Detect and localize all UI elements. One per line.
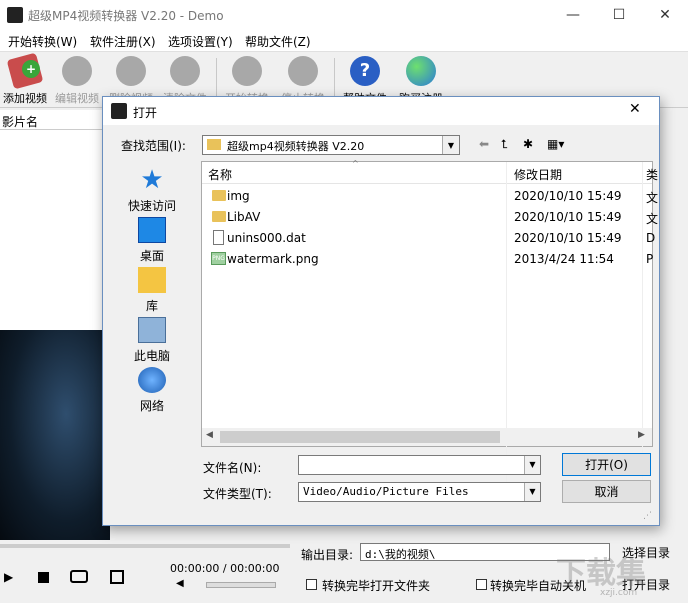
- plus-icon: +: [22, 60, 40, 78]
- open-button[interactable]: 打开(O): [562, 453, 651, 476]
- column-name[interactable]: 名称: [208, 166, 232, 183]
- lookin-label: 查找范围(I):: [121, 139, 186, 153]
- library-icon: [138, 267, 166, 293]
- app-logo-icon: [111, 103, 127, 119]
- dialog-close-icon[interactable]: ✕: [629, 101, 641, 117]
- sort-indicator-icon: ^: [352, 159, 359, 168]
- globe-icon: [406, 56, 436, 86]
- minimize-button[interactable]: —: [550, 0, 596, 30]
- computer-icon: [138, 317, 166, 343]
- no-entry-icon: [170, 56, 200, 86]
- desktop-icon: [138, 217, 166, 243]
- up-folder-icon[interactable]: ⮤: [501, 137, 508, 152]
- cancel-button[interactable]: 取消: [562, 480, 651, 503]
- open-folder-checkbox[interactable]: [306, 579, 317, 590]
- time-display: 00:00:00 / 00:00:00: [170, 562, 280, 575]
- scroll-left-icon[interactable]: ◀: [206, 430, 213, 440]
- seek-bar[interactable]: [0, 544, 290, 548]
- folder-icon: [207, 139, 221, 150]
- network-icon: [138, 367, 166, 393]
- close-button[interactable]: ✕: [642, 0, 688, 30]
- watermark-url: xzji.com: [600, 588, 638, 598]
- column-extra[interactable]: 类: [646, 166, 658, 183]
- dialog-title: 打开: [133, 106, 158, 120]
- edit-video-icon: [62, 56, 92, 86]
- list-header-name[interactable]: 影片名: [0, 110, 110, 130]
- file-row[interactable]: unins000.dat 2020/10/10 15:49 D: [202, 228, 655, 249]
- file-row[interactable]: img 2020/10/10 15:49 文: [202, 186, 658, 207]
- stop-icon[interactable]: [38, 572, 49, 583]
- scrollbar-thumb[interactable]: [220, 431, 500, 443]
- dialog-title-bar: 打开 ✕: [103, 97, 659, 125]
- volume-icon[interactable]: ◀: [176, 578, 184, 589]
- title-bar: 超级MP4视频转换器 V2.20 - Demo — ☐ ✕: [0, 0, 688, 30]
- column-date[interactable]: 修改日期: [514, 166, 562, 183]
- watermark-logo: 下载集: [556, 556, 646, 591]
- menu-bar: 开始转换(W) 软件注册(X) 选项设置(Y) 帮助文件(Z): [0, 30, 688, 52]
- open-file-dialog: 打开 ✕ 查找范围(I): 超级mp4视频转换器 V2.20 ▼ ⬅ ⮤ ✱ ▦…: [102, 96, 660, 526]
- file-icon: [213, 230, 224, 245]
- question-icon: ?: [350, 56, 380, 86]
- menu-start-convert[interactable]: 开始转换(W): [8, 33, 77, 50]
- volume-slider[interactable]: [206, 582, 276, 588]
- lookin-combo[interactable]: 超级mp4视频转换器 V2.20 ▼: [202, 135, 460, 155]
- scroll-right-icon[interactable]: ▶: [638, 430, 645, 440]
- file-list-header: 名称 修改日期 类 ^: [202, 159, 658, 492]
- png-file-icon: PNG: [211, 252, 226, 265]
- file-row[interactable]: LibAV 2020/10/10 15:49 文: [202, 207, 658, 228]
- lookin-value: 超级mp4视频转换器 V2.20: [227, 140, 365, 153]
- snapshot-icon[interactable]: [70, 570, 88, 583]
- chevron-down-icon[interactable]: ▼: [524, 456, 540, 474]
- delete-video-icon: [116, 56, 146, 86]
- start-convert-icon: [232, 56, 262, 86]
- places-bar: ★ 快速访问 桌面 库 此电脑 网络: [127, 165, 176, 413]
- file-row[interactable]: PNG watermark.png 2013/4/24 11:54 P: [202, 249, 653, 270]
- horizontal-scrollbar[interactable]: ◀ ▶: [202, 428, 652, 446]
- edit-video-button[interactable]: 编辑视频: [52, 54, 102, 106]
- menu-settings[interactable]: 选项设置(Y): [168, 33, 233, 50]
- new-folder-icon[interactable]: ✱: [523, 137, 533, 151]
- shutdown-checkbox[interactable]: [476, 579, 487, 590]
- output-label: 输出目录:: [301, 548, 354, 562]
- resize-grip-icon[interactable]: ⋰: [643, 511, 652, 521]
- open-folder-label: 转换完毕打开文件夹: [322, 579, 431, 593]
- video-list[interactable]: [0, 130, 110, 330]
- filetype-label: 文件类型(T):: [203, 487, 272, 501]
- star-icon: ★: [140, 165, 164, 195]
- filename-input[interactable]: [298, 455, 541, 475]
- maximize-button[interactable]: ☐: [596, 0, 642, 30]
- chevron-down-icon[interactable]: ▼: [442, 136, 459, 154]
- menu-help[interactable]: 帮助文件(Z): [245, 33, 311, 50]
- window-title: 超级MP4视频转换器 V2.20 - Demo: [28, 9, 224, 23]
- filetype-select[interactable]: Video/Audio/Picture Files: [298, 482, 541, 502]
- folder-icon: [212, 190, 226, 201]
- add-video-button[interactable]: + 添加视频: [0, 52, 50, 106]
- app-logo-icon: [7, 7, 23, 23]
- main-window: 超级MP4视频转换器 V2.20 - Demo — ☐ ✕ 开始转换(W) 软件…: [0, 0, 688, 603]
- fullscreen-icon[interactable]: [110, 570, 124, 584]
- chevron-down-icon[interactable]: ▼: [524, 483, 540, 501]
- view-menu-icon[interactable]: ▦▾: [547, 137, 564, 151]
- play-icon[interactable]: ▶: [4, 570, 13, 584]
- back-icon[interactable]: ⬅: [479, 137, 489, 151]
- folder-icon: [212, 211, 226, 222]
- filename-label: 文件名(N):: [203, 461, 262, 475]
- file-list[interactable]: 名称 修改日期 类 ^ img 2020/10/10 15:49 文 LibAV…: [201, 159, 658, 492]
- video-preview: [0, 330, 110, 540]
- stop-convert-icon: [288, 56, 318, 86]
- menu-register[interactable]: 软件注册(X): [90, 33, 156, 50]
